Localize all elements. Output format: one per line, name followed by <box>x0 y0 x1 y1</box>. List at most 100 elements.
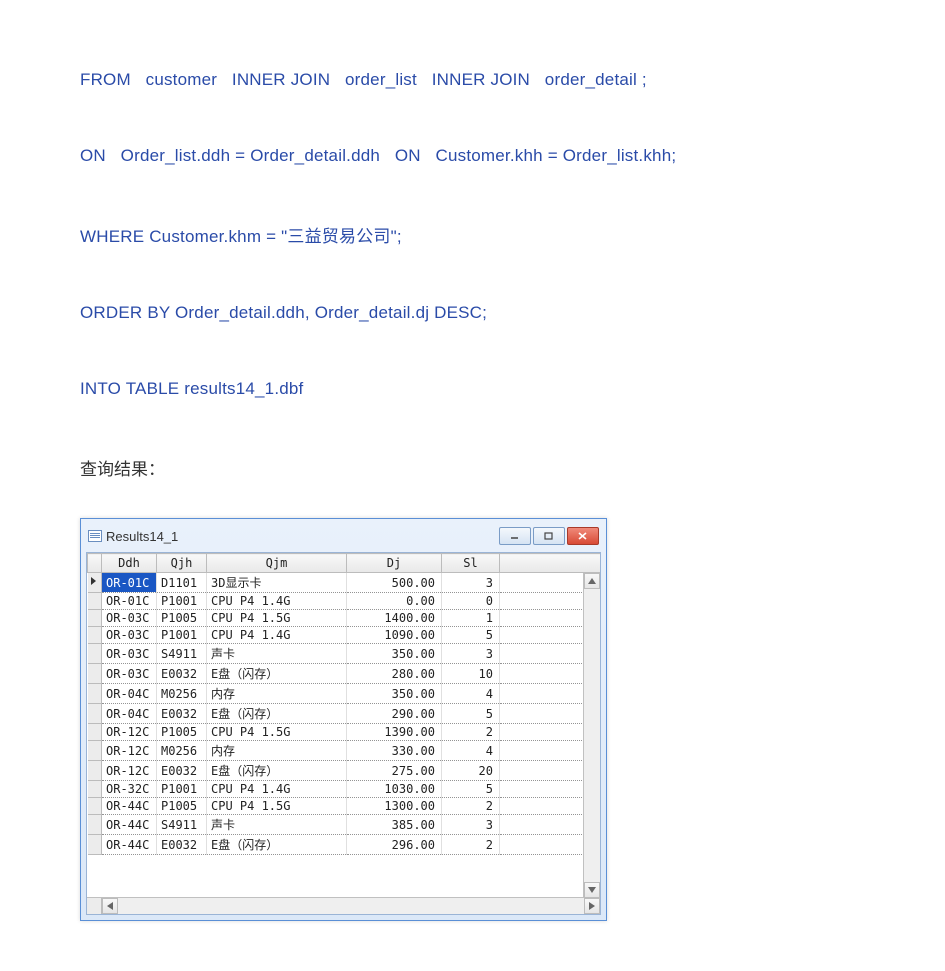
cell-dj[interactable]: 350.00 <box>347 644 442 664</box>
cell-sl[interactable]: 2 <box>442 835 500 855</box>
table-row[interactable]: OR-12CM0256内存330.004 <box>88 741 601 761</box>
cell-ddh[interactable]: OR-04C <box>102 684 157 704</box>
cell-ddh[interactable]: OR-12C <box>102 761 157 781</box>
row-marker[interactable] <box>88 781 102 798</box>
cell-sl[interactable]: 3 <box>442 815 500 835</box>
cell-ddh[interactable]: OR-32C <box>102 781 157 798</box>
cell-qjh[interactable]: M0256 <box>157 684 207 704</box>
cell-qjh[interactable]: P1005 <box>157 798 207 815</box>
cell-sl[interactable]: 5 <box>442 704 500 724</box>
cell-qjm[interactable]: CPU P4 1.5G <box>207 724 347 741</box>
cell-qjh[interactable]: P1005 <box>157 610 207 627</box>
col-header-ddh[interactable]: Ddh <box>102 554 157 573</box>
cell-dj[interactable]: 1300.00 <box>347 798 442 815</box>
close-button[interactable] <box>567 527 599 545</box>
horizontal-scrollbar[interactable] <box>87 897 600 914</box>
cell-dj[interactable]: 330.00 <box>347 741 442 761</box>
scroll-right-icon[interactable] <box>584 898 600 914</box>
data-grid[interactable]: Ddh Qjh Qjm Dj Sl OR-01CD11013D显示卡500.00… <box>86 552 601 915</box>
cell-ddh[interactable]: OR-12C <box>102 741 157 761</box>
cell-qjh[interactable]: P1005 <box>157 724 207 741</box>
cell-sl[interactable]: 2 <box>442 798 500 815</box>
cell-ddh[interactable]: OR-03C <box>102 644 157 664</box>
results-table[interactable]: Ddh Qjh Qjm Dj Sl OR-01CD11013D显示卡500.00… <box>87 553 600 855</box>
table-row[interactable]: OR-03CE0032E盘（闪存）280.0010 <box>88 664 601 684</box>
cell-qjm[interactable]: 内存 <box>207 741 347 761</box>
cell-qjm[interactable]: E盘（闪存） <box>207 664 347 684</box>
row-marker[interactable] <box>88 835 102 855</box>
table-row[interactable]: OR-03CS4911声卡350.003 <box>88 644 601 664</box>
cell-qjm[interactable]: 内存 <box>207 684 347 704</box>
cell-dj[interactable]: 1030.00 <box>347 781 442 798</box>
cell-sl[interactable]: 1 <box>442 610 500 627</box>
cell-ddh[interactable]: OR-12C <box>102 724 157 741</box>
cell-qjm[interactable]: CPU P4 1.4G <box>207 781 347 798</box>
row-marker[interactable] <box>88 610 102 627</box>
cell-qjh[interactable]: P1001 <box>157 593 207 610</box>
cell-qjm[interactable]: E盘（闪存） <box>207 704 347 724</box>
row-marker[interactable] <box>88 704 102 724</box>
cell-ddh[interactable]: OR-03C <box>102 627 157 644</box>
table-row[interactable]: OR-03CP1005CPU P4 1.5G1400.001 <box>88 610 601 627</box>
cell-dj[interactable]: 296.00 <box>347 835 442 855</box>
cell-qjm[interactable]: E盘（闪存） <box>207 835 347 855</box>
cell-dj[interactable]: 275.00 <box>347 761 442 781</box>
cell-qjh[interactable]: M0256 <box>157 741 207 761</box>
cell-qjh[interactable]: S4911 <box>157 644 207 664</box>
cell-qjh[interactable]: P1001 <box>157 781 207 798</box>
table-row[interactable]: OR-44CS4911声卡385.003 <box>88 815 601 835</box>
cell-ddh[interactable]: OR-44C <box>102 835 157 855</box>
cell-dj[interactable]: 1390.00 <box>347 724 442 741</box>
cell-sl[interactable]: 5 <box>442 781 500 798</box>
cell-sl[interactable]: 0 <box>442 593 500 610</box>
row-marker[interactable] <box>88 798 102 815</box>
cell-dj[interactable]: 0.00 <box>347 593 442 610</box>
cell-qjh[interactable]: E0032 <box>157 664 207 684</box>
cell-qjm[interactable]: CPU P4 1.5G <box>207 610 347 627</box>
table-row[interactable]: OR-32CP1001CPU P4 1.4G1030.005 <box>88 781 601 798</box>
cell-dj[interactable]: 280.00 <box>347 664 442 684</box>
row-marker[interactable] <box>88 573 102 593</box>
table-row[interactable]: OR-04CM0256内存350.004 <box>88 684 601 704</box>
cell-ddh[interactable]: OR-04C <box>102 704 157 724</box>
cell-qjm[interactable]: CPU P4 1.4G <box>207 593 347 610</box>
cell-sl[interactable]: 4 <box>442 741 500 761</box>
cell-qjh[interactable]: E0032 <box>157 704 207 724</box>
scroll-up-icon[interactable] <box>584 573 600 589</box>
cell-ddh[interactable]: OR-44C <box>102 798 157 815</box>
table-row[interactable]: OR-44CE0032E盘（闪存）296.002 <box>88 835 601 855</box>
cell-ddh[interactable]: OR-01C <box>102 573 157 593</box>
table-row[interactable]: OR-01CP1001CPU P4 1.4G0.000 <box>88 593 601 610</box>
row-marker[interactable] <box>88 593 102 610</box>
col-header-qjm[interactable]: Qjm <box>207 554 347 573</box>
table-row[interactable]: OR-04CE0032E盘（闪存）290.005 <box>88 704 601 724</box>
cell-dj[interactable]: 1090.00 <box>347 627 442 644</box>
scroll-down-icon[interactable] <box>584 882 600 898</box>
cell-dj[interactable]: 500.00 <box>347 573 442 593</box>
cell-ddh[interactable]: OR-44C <box>102 815 157 835</box>
cell-qjm[interactable]: 3D显示卡 <box>207 573 347 593</box>
cell-sl[interactable]: 3 <box>442 644 500 664</box>
cell-qjm[interactable]: E盘（闪存） <box>207 761 347 781</box>
col-header-sl[interactable]: Sl <box>442 554 500 573</box>
cell-dj[interactable]: 1400.00 <box>347 610 442 627</box>
maximize-button[interactable] <box>533 527 565 545</box>
titlebar[interactable]: Results14_1 <box>86 524 601 552</box>
minimize-button[interactable] <box>499 527 531 545</box>
cell-sl[interactable]: 10 <box>442 664 500 684</box>
table-row[interactable]: OR-12CP1005CPU P4 1.5G1390.002 <box>88 724 601 741</box>
cell-dj[interactable]: 290.00 <box>347 704 442 724</box>
row-marker[interactable] <box>88 627 102 644</box>
table-row[interactable]: OR-03CP1001CPU P4 1.4G1090.005 <box>88 627 601 644</box>
row-marker[interactable] <box>88 815 102 835</box>
cell-dj[interactable]: 385.00 <box>347 815 442 835</box>
cell-sl[interactable]: 5 <box>442 627 500 644</box>
scroll-left-icon[interactable] <box>102 898 118 914</box>
table-row[interactable]: OR-01CD11013D显示卡500.003 <box>88 573 601 593</box>
cell-ddh[interactable]: OR-01C <box>102 593 157 610</box>
cell-qjm[interactable]: CPU P4 1.4G <box>207 627 347 644</box>
cell-sl[interactable]: 4 <box>442 684 500 704</box>
cell-ddh[interactable]: OR-03C <box>102 664 157 684</box>
row-marker[interactable] <box>88 684 102 704</box>
cell-ddh[interactable]: OR-03C <box>102 610 157 627</box>
